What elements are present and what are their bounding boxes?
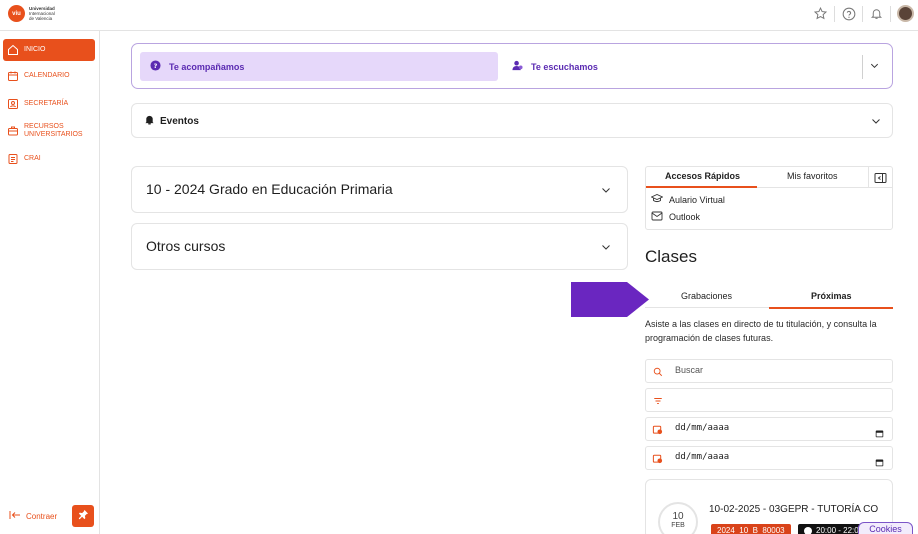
tab-label: Te acompañamos xyxy=(169,61,245,72)
home-icon xyxy=(7,44,19,56)
chevron-down-icon[interactable] xyxy=(600,184,612,196)
events-panel[interactable]: Eventos xyxy=(131,103,893,138)
help-bubble-icon: ? xyxy=(150,60,161,73)
calendar-picker-icon[interactable] xyxy=(875,425,884,438)
logo-badge: viu xyxy=(8,5,25,22)
upcoming-class-card[interactable]: 10 FEB 10-02-2025 - 03GEPR - TUTORÍA CO … xyxy=(645,479,893,534)
collapse-arrow-icon xyxy=(9,510,21,522)
course-title: Otros cursos xyxy=(146,238,226,254)
guide-arrow-shape xyxy=(571,282,649,317)
mail-icon xyxy=(651,211,663,223)
graduation-cap-icon xyxy=(650,193,664,206)
clases-heading: Clases xyxy=(645,247,697,266)
course-title: 10 - 2024 Grado en Educación Primaria xyxy=(146,181,393,197)
clases-description: Asiste a las clases en directo de tu tit… xyxy=(645,319,877,343)
calendar-icon xyxy=(7,70,19,82)
help-icon[interactable] xyxy=(841,6,856,21)
tab-te-acompanamos[interactable]: ? Te acompañamos xyxy=(140,52,498,81)
id-card-icon xyxy=(7,98,19,110)
collapse-sidebar-button[interactable]: Contraer xyxy=(9,510,57,522)
sidebar-item-label: CALENDARIO xyxy=(24,72,70,79)
class-time-label: 20:00 - 22:0 xyxy=(816,526,859,534)
class-code-badge: 2024_10_B_80003 xyxy=(711,524,791,534)
logo-line-3: de Valencia xyxy=(29,16,53,21)
sidebar-item-recursos[interactable]: RECURSOS UNIVERSITARIOS xyxy=(3,123,95,139)
chevron-down-icon[interactable] xyxy=(869,60,880,71)
university-logo[interactable]: viu Universidad Internacional de Valenci… xyxy=(8,5,55,22)
calendar-picker-icon[interactable] xyxy=(875,454,884,467)
calendar-check-icon xyxy=(652,424,663,435)
pin-sidebar-button[interactable] xyxy=(72,505,94,527)
active-tab-indicator xyxy=(769,307,893,309)
document-icon xyxy=(7,153,19,165)
bell-icon[interactable] xyxy=(869,6,884,21)
chevron-down-icon[interactable] xyxy=(600,241,612,253)
tab-accesos-rapidos[interactable]: Accesos Rápidos xyxy=(665,171,740,181)
top-bar: viu Universidad Internacional de Valenci… xyxy=(0,0,918,31)
calendar-check-icon xyxy=(652,453,663,464)
class-day: 10 xyxy=(672,511,684,522)
date-to-value: dd/mm/aaaa xyxy=(675,452,730,462)
cookies-button[interactable]: Cookies xyxy=(858,522,913,534)
sidebar-item-label: SECRETARÍA xyxy=(24,100,69,107)
search-placeholder: Buscar xyxy=(675,365,704,375)
sidebar-item-calendario[interactable]: CALENDARIO xyxy=(3,70,95,82)
sidebar-item-label: INICIO xyxy=(24,46,46,53)
sidebar-item-label: CRAI xyxy=(24,155,41,162)
search-input[interactable]: Buscar xyxy=(645,359,893,383)
course-accordion-grado[interactable]: 10 - 2024 Grado en Educación Primaria xyxy=(131,166,628,213)
tab-mis-favoritos[interactable]: Mis favoritos xyxy=(787,171,838,181)
star-icon[interactable] xyxy=(813,6,828,21)
expand-panel-icon[interactable] xyxy=(874,171,887,183)
briefcase-icon xyxy=(7,125,19,137)
search-icon xyxy=(652,366,663,377)
tab-proximas[interactable]: Próximas xyxy=(811,291,852,301)
course-accordion-otros[interactable]: Otros cursos xyxy=(131,223,628,270)
class-title: 10-02-2025 - 03GEPR - TUTORÍA CO xyxy=(709,504,879,515)
class-date-badge: 10 FEB xyxy=(658,502,698,534)
svg-text:?: ? xyxy=(154,62,158,70)
bell-filled-icon xyxy=(144,114,155,128)
quick-link-outlook[interactable]: Outlook xyxy=(651,211,700,223)
tab-te-escuchamos[interactable]: Te escuchamos xyxy=(512,52,598,81)
quick-link-label: Outlook xyxy=(669,212,701,222)
date-to-input[interactable]: dd/mm/aaaa xyxy=(645,446,893,470)
quick-access-panel: Accesos Rápidos Mis favoritos Aulario Vi… xyxy=(645,166,893,230)
tab-grabaciones[interactable]: Grabaciones xyxy=(681,291,732,301)
collapse-label: Contraer xyxy=(26,511,58,521)
tab-label: Te escuchamos xyxy=(531,61,598,72)
filter-select[interactable] xyxy=(645,388,893,412)
support-panel: ? Te acompañamos Te escuchamos xyxy=(131,43,893,89)
active-tab-indicator xyxy=(646,186,757,188)
user-avatar[interactable] xyxy=(897,5,914,22)
sidebar: INICIO CALENDARIO SECRETARÍA RECURSOS UN… xyxy=(0,31,100,534)
user-listen-icon xyxy=(512,60,523,73)
chevron-down-icon[interactable] xyxy=(870,115,882,127)
events-title: Eventos xyxy=(160,115,199,127)
class-month: FEB xyxy=(671,522,685,529)
sidebar-item-crai[interactable]: CRAI xyxy=(3,153,95,165)
date-from-value: dd/mm/aaaa xyxy=(675,423,730,433)
sidebar-item-label: RECURSOS UNIVERSITARIOS xyxy=(24,123,83,138)
filter-icon xyxy=(652,395,663,406)
quick-link-label: Aulario Virtual xyxy=(669,194,725,205)
date-from-input[interactable]: dd/mm/aaaa xyxy=(645,417,893,441)
clock-icon xyxy=(804,527,812,534)
pin-icon xyxy=(78,507,89,525)
class-time-badge: 20:00 - 22:0 xyxy=(798,524,865,534)
sidebar-item-secretaria[interactable]: SECRETARÍA xyxy=(3,98,95,110)
sidebar-item-inicio[interactable]: INICIO xyxy=(3,39,95,61)
quick-link-aulario-virtual[interactable]: Aulario Virtual xyxy=(650,193,725,206)
